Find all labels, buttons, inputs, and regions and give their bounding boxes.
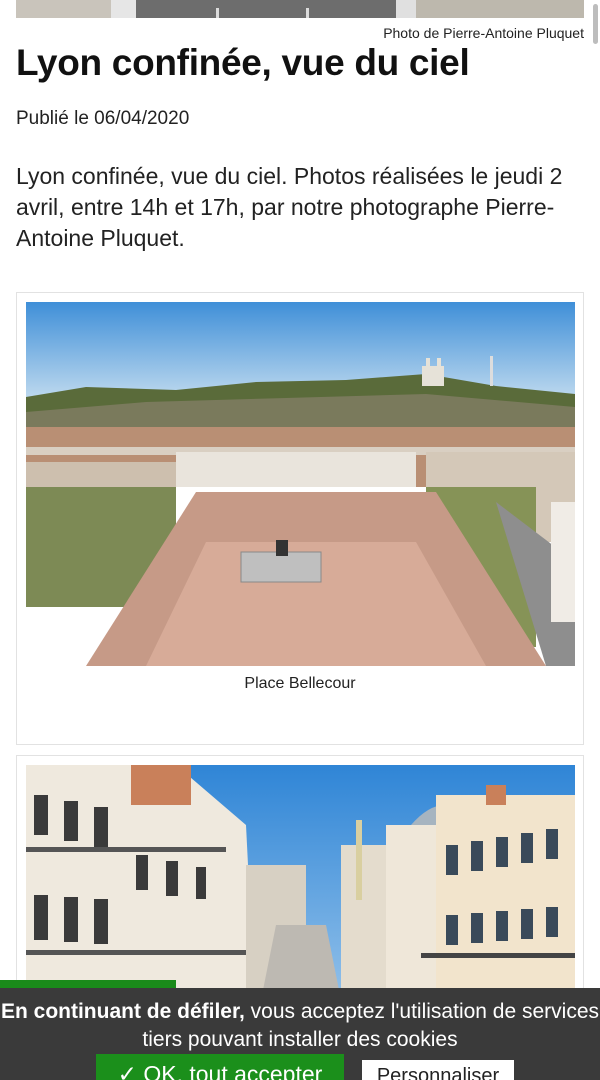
cookie-banner: En continuant de défiler, vous acceptez … xyxy=(0,988,600,1080)
gallery-card: Place Bellecour xyxy=(16,292,584,745)
publish-date: Publié le 06/04/2020 xyxy=(16,108,190,129)
photo-caption: Place Bellecour xyxy=(244,675,356,692)
cookie-accent-bar xyxy=(0,980,176,988)
gallery-photo-bellecour[interactable] xyxy=(26,302,575,666)
accept-cookies-button[interactable]: ✓ OK, tout accepter xyxy=(96,1054,344,1080)
cookie-message: En continuant de défiler, vous acceptez … xyxy=(0,998,600,1054)
gallery-photo-street[interactable] xyxy=(26,765,575,1014)
gallery-card xyxy=(16,755,584,1015)
hero-photo xyxy=(16,0,584,18)
page-title: Lyon confinée, vue du ciel xyxy=(16,42,470,83)
scrollbar[interactable] xyxy=(593,4,598,44)
cookie-message-bold: En continuant de défiler, xyxy=(0,1000,245,1023)
customize-cookies-button[interactable]: Personnaliser xyxy=(362,1060,514,1080)
article-intro: Lyon confinée, vue du ciel. Photos réali… xyxy=(16,163,563,251)
photo-credit: Photo de Pierre-Antoine Pluquet xyxy=(383,25,584,41)
